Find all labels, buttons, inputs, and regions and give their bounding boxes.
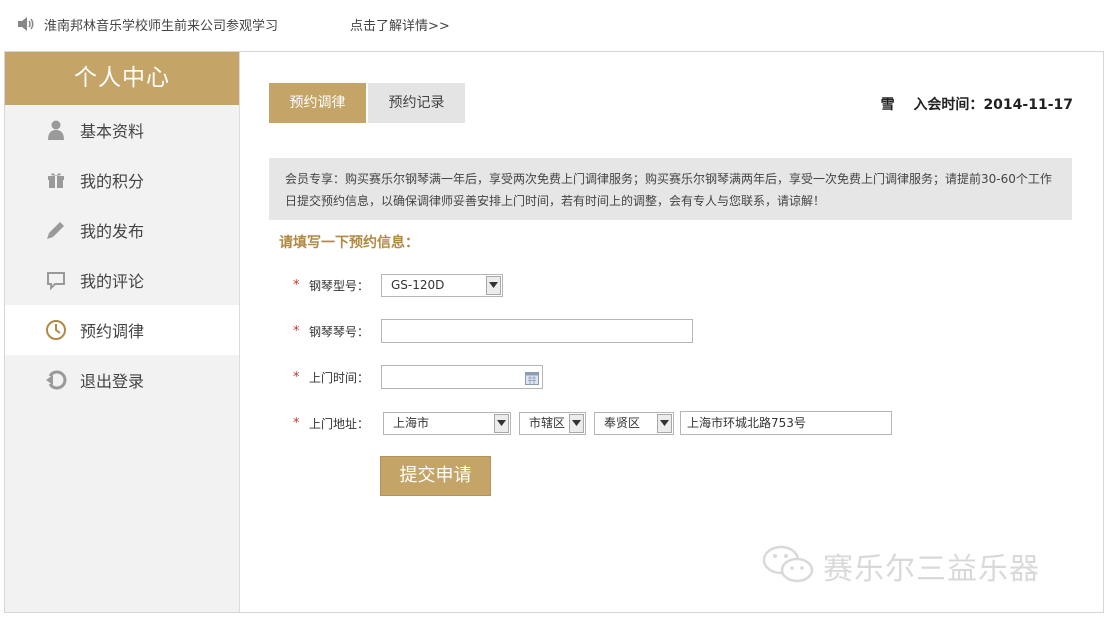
required-mark: * — [293, 369, 300, 385]
street-address-input[interactable]: 上海市环城北路753号 — [680, 411, 892, 435]
visit-time-input[interactable] — [381, 365, 543, 389]
piano-serial-row: * 钢琴琴号： — [293, 319, 693, 343]
member-name: 雪 — [880, 97, 895, 113]
sidebar-item-comments[interactable]: 我的评论 — [5, 255, 239, 305]
join-date: 2014-11-17 — [983, 97, 1073, 113]
tab-tuning-booking[interactable]: 预约调律 — [269, 83, 366, 123]
sidebar-item-profile[interactable]: 基本资料 — [5, 105, 239, 155]
sidebar-item-label: 我的积分 — [80, 172, 145, 191]
required-mark: * — [293, 415, 300, 431]
sidebar-item-label: 退出登录 — [80, 372, 145, 391]
notice-text[interactable]: 淮南邦林音乐学校师生前来公司参观学习 — [44, 15, 278, 34]
form-title: 请填写一下预约信息： — [279, 235, 419, 251]
top-notice-bar: 淮南邦林音乐学校师生前来公司参观学习 点击了解详情>> — [0, 0, 1107, 50]
visit-address-label: 上门地址： — [309, 416, 370, 431]
sidebar-item-label: 我的评论 — [80, 272, 145, 291]
wechat-icon — [761, 542, 817, 590]
chevron-down-icon — [569, 413, 584, 433]
sidebar-item-label: 我的发布 — [80, 222, 145, 241]
sidebar: 个人中心 基本资料 我的积分 我的发布 我的评论 预约调律 退出登录 — [5, 52, 240, 612]
sidebar-item-label: 预约调律 — [80, 322, 145, 341]
visit-time-row: * 上门时间： — [293, 365, 543, 389]
district-value: 市辖区 — [529, 415, 566, 430]
sidebar-item-label: 基本资料 — [80, 122, 145, 141]
area-select[interactable]: 奉贤区 — [594, 411, 674, 435]
city-value: 上海市 — [393, 415, 430, 430]
sidebar-item-logout[interactable]: 退出登录 — [5, 355, 239, 405]
city-select[interactable]: 上海市 — [383, 411, 511, 435]
main-content: 预约调律 预约记录 雪 入会时间：2014-11-17 会员专享：购买赛乐尔钢琴… — [241, 52, 1103, 612]
sidebar-title: 个人中心 — [5, 52, 239, 105]
submit-button[interactable]: 提交申请 — [380, 456, 491, 496]
comment-icon — [45, 269, 67, 291]
visit-time-label: 上门时间： — [309, 370, 370, 385]
required-mark: * — [293, 277, 300, 293]
piano-model-row: * 钢琴型号： GS-120D — [293, 273, 503, 297]
watermark: 赛乐尔三益乐器 — [761, 542, 1040, 590]
chevron-down-icon — [486, 275, 501, 295]
calendar-icon[interactable] — [525, 370, 539, 392]
speaker-icon — [17, 16, 35, 32]
piano-serial-label: 钢琴琴号： — [309, 324, 370, 339]
tab-bar: 预约调律 预约记录 — [269, 83, 467, 123]
area-value: 奉贤区 — [604, 415, 641, 430]
piano-model-select[interactable]: GS-120D — [381, 273, 503, 297]
piano-serial-input[interactable] — [381, 319, 693, 343]
watermark-text: 赛乐尔三益乐器 — [823, 552, 1040, 587]
user-icon — [45, 119, 67, 141]
gift-icon — [45, 169, 67, 191]
clock-icon — [45, 319, 67, 341]
content-frame: 个人中心 基本资料 我的积分 我的发布 我的评论 预约调律 退出登录 预约调律 … — [4, 51, 1104, 613]
visit-address-row: * 上门地址： 上海市 市辖区 奉贤区 上海市环城北路753号 — [293, 411, 892, 435]
logout-icon — [45, 369, 67, 391]
sidebar-item-tuning[interactable]: 预约调律 — [5, 305, 239, 355]
sidebar-item-points[interactable]: 我的积分 — [5, 155, 239, 205]
chevron-down-icon — [657, 413, 672, 433]
required-mark: * — [293, 323, 300, 339]
piano-model-label: 钢琴型号： — [309, 278, 370, 293]
district-select[interactable]: 市辖区 — [519, 411, 586, 435]
sidebar-item-posts[interactable]: 我的发布 — [5, 205, 239, 255]
pencil-icon — [45, 219, 67, 241]
more-details-link[interactable]: 点击了解详情>> — [350, 15, 450, 34]
piano-model-value: GS-120D — [391, 277, 445, 292]
chevron-down-icon — [494, 413, 509, 433]
tab-booking-records[interactable]: 预约记录 — [368, 83, 465, 123]
member-info: 雪 入会时间：2014-11-17 — [881, 94, 1073, 114]
member-notice: 会员专享：购买赛乐尔钢琴满一年后，享受两次免费上门调律服务；购买赛乐尔钢琴满两年… — [269, 158, 1072, 220]
join-date-label: 入会时间： — [913, 97, 984, 113]
